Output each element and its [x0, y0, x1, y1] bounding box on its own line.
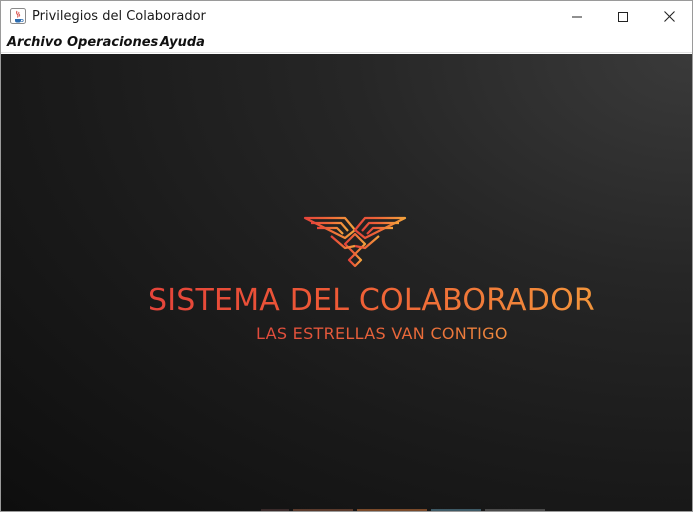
minimize-icon [572, 16, 582, 17]
splash-panel: SISTEMA DEL COLABORADOR LAS ESTRELLAS VA… [1, 54, 692, 511]
title-bar[interactable]: Privilegios del Colaborador [1, 1, 692, 32]
menu-ayuda[interactable]: Ayuda [160, 35, 205, 50]
strip-segment [293, 509, 353, 511]
bottom-glow-strip [261, 509, 591, 511]
strip-segment [261, 509, 289, 511]
splash-subtitle: LAS ESTRELLAS VAN CONTIGO [256, 324, 516, 343]
strip-segment [357, 509, 427, 511]
close-icon [663, 11, 675, 22]
menu-archivo[interactable]: Archivo [7, 35, 62, 50]
menu-operaciones[interactable]: Operaciones [67, 35, 158, 50]
menu-bar: Archivo Operaciones Ayuda [1, 32, 692, 53]
close-button[interactable] [646, 1, 692, 32]
java-app-icon [10, 8, 26, 24]
minimize-button[interactable] [554, 1, 600, 32]
strip-segment [485, 509, 545, 511]
splash-title: SISTEMA DEL COLABORADOR [148, 283, 618, 318]
eagle-logo-icon [303, 216, 407, 268]
strip-segment [431, 509, 481, 511]
maximize-button[interactable] [600, 1, 646, 32]
window-title: Privilegios del Colaborador [32, 9, 206, 24]
maximize-icon [618, 11, 628, 22]
app-window: Privilegios del Colaborador Archivo Oper… [0, 0, 693, 512]
